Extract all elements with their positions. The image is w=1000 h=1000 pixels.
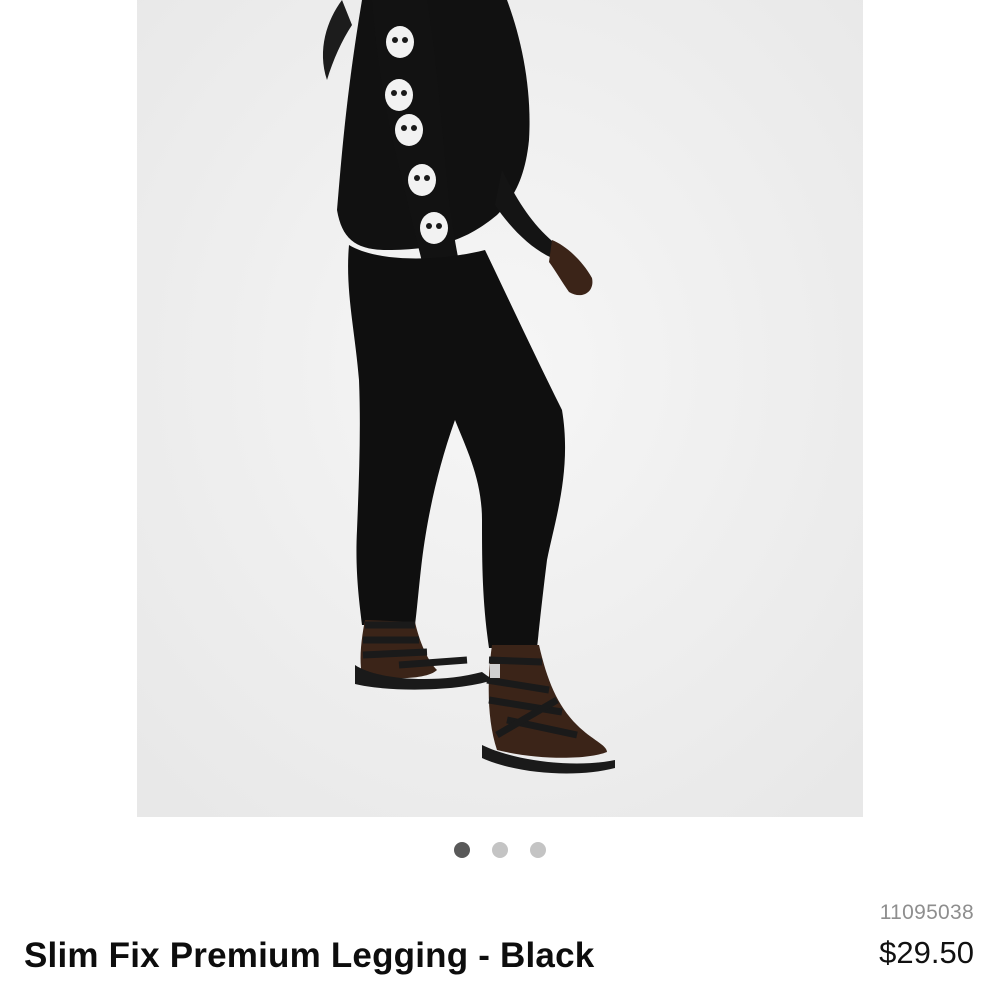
- carousel-dots: [0, 840, 1000, 860]
- product-image[interactable]: [137, 0, 863, 817]
- product-sku: 11095038: [879, 901, 974, 924]
- carousel-dot-2[interactable]: [492, 842, 508, 858]
- product-price: $29.50: [879, 935, 974, 970]
- carousel-dot-3[interactable]: [530, 842, 546, 858]
- product-title: Slim Fix Premium Legging - Black: [24, 936, 595, 975]
- carousel-dot-1[interactable]: [454, 842, 470, 858]
